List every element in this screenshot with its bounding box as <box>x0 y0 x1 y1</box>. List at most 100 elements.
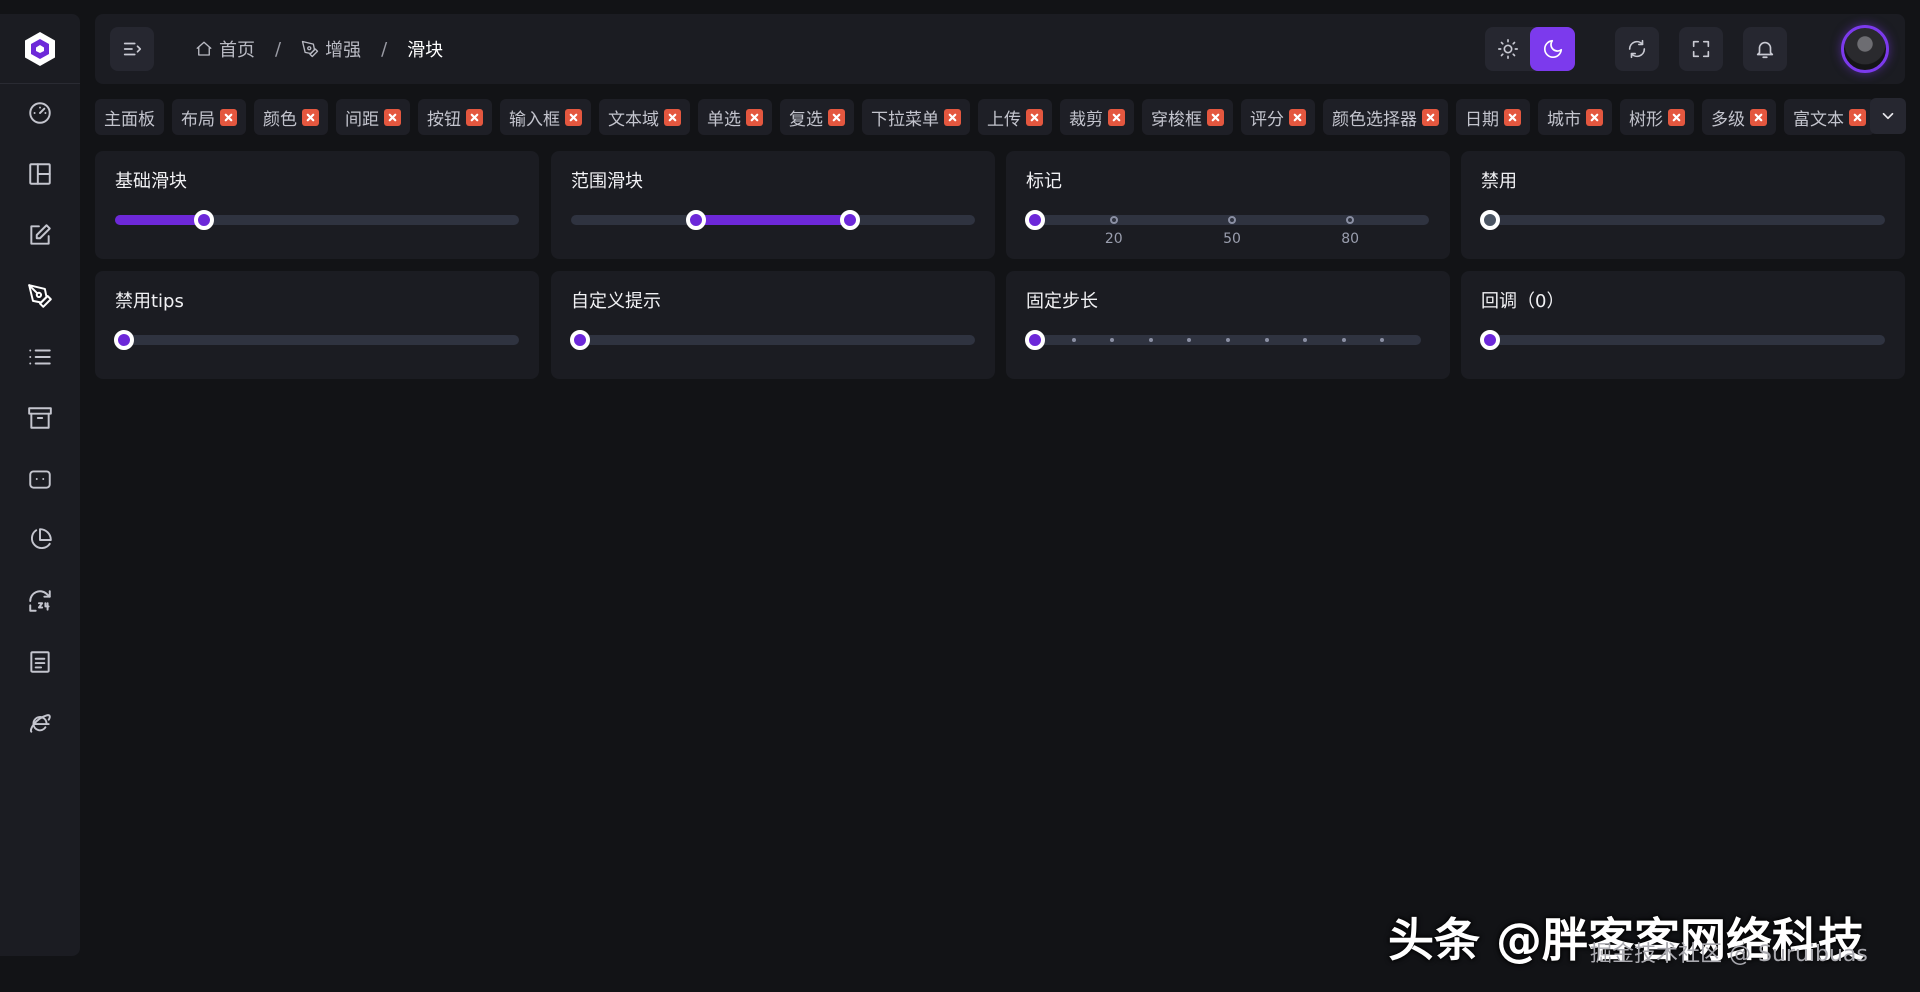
slider-mark[interactable] <box>1228 216 1236 224</box>
close-icon[interactable] <box>1026 108 1043 126</box>
tab-tag[interactable]: 树形 <box>1620 99 1694 135</box>
disabled-tips-slider[interactable] <box>114 330 519 350</box>
close-icon[interactable] <box>1207 108 1224 126</box>
slider-thumb[interactable] <box>114 330 134 350</box>
tab-tag[interactable]: 下拉菜单 <box>862 99 970 135</box>
tab-tag[interactable]: 评分 <box>1241 99 1315 135</box>
slider-mark[interactable] <box>1109 216 1118 224</box>
slider-thumb[interactable] <box>1025 330 1045 350</box>
close-icon[interactable] <box>1422 108 1439 126</box>
callback-slider[interactable] <box>1480 330 1885 350</box>
marks-slider[interactable]: 20 50 80 <box>1025 210 1429 247</box>
fullscreen-button[interactable] <box>1679 27 1723 71</box>
theme-toggle <box>1485 27 1575 71</box>
avatar[interactable] <box>1841 25 1889 73</box>
slider-thumb <box>1480 210 1500 230</box>
tab-tag[interactable]: 多级 <box>1702 99 1776 135</box>
sidebar-item-dashboard[interactable] <box>16 89 64 137</box>
card-title: 固定步长 <box>1026 291 1098 312</box>
slider-mark-label: 50 <box>1223 231 1241 247</box>
tags-more-button[interactable] <box>1870 98 1906 134</box>
history-24-icon <box>29 590 51 612</box>
close-icon[interactable] <box>664 108 681 126</box>
tab-tag[interactable]: 按钮 <box>418 99 492 135</box>
message-icon <box>29 470 51 489</box>
slider-thumb[interactable] <box>570 330 590 350</box>
close-icon[interactable] <box>1586 108 1603 126</box>
tab-tag[interactable]: 主面板 <box>95 99 164 135</box>
tab-tag[interactable]: 布局 <box>172 99 246 135</box>
tab-tag[interactable]: 颜色选择器 <box>1323 99 1448 135</box>
close-icon[interactable] <box>1289 108 1306 126</box>
refresh-icon <box>1628 39 1646 59</box>
basic-slider[interactable] <box>115 210 519 230</box>
dark-theme-button[interactable] <box>1530 27 1575 71</box>
close-icon[interactable] <box>220 108 237 126</box>
close-icon[interactable] <box>1108 108 1125 126</box>
tab-tag[interactable]: 富文本 <box>1784 99 1875 135</box>
tag-label: 文本域 <box>608 109 659 130</box>
tab-tag[interactable]: 复选 <box>780 99 854 135</box>
marks-slider-card: 标记 20 50 80 <box>1006 151 1450 259</box>
sidebar-item-enhance[interactable] <box>16 272 64 320</box>
light-theme-button[interactable] <box>1485 27 1530 71</box>
refresh-button[interactable] <box>1615 27 1659 71</box>
sidebar-item-archive[interactable] <box>16 394 64 442</box>
sidebar-item-chat[interactable] <box>16 455 64 503</box>
tab-tag[interactable]: 输入框 <box>500 99 591 135</box>
slider-thumb[interactable] <box>1025 210 1045 230</box>
close-icon[interactable] <box>1504 108 1521 126</box>
tab-tag[interactable]: 颜色 <box>254 99 328 135</box>
sidebar-item-history[interactable] <box>16 577 64 625</box>
breadcrumb-parent[interactable]: 增强 <box>301 36 361 62</box>
slider-thumb[interactable] <box>1480 330 1500 350</box>
sidebar-item-form[interactable] <box>16 211 64 259</box>
tab-tag[interactable]: 文本域 <box>599 99 690 135</box>
tab-tag[interactable]: 间距 <box>336 99 410 135</box>
card-title: 禁用 <box>1481 171 1517 192</box>
close-icon[interactable] <box>384 108 401 126</box>
slider-thumb-start[interactable] <box>686 210 707 230</box>
slider-step-dot <box>1303 338 1308 342</box>
close-icon[interactable] <box>828 108 845 126</box>
tab-tag[interactable]: 裁剪 <box>1060 99 1134 135</box>
range-slider[interactable] <box>571 210 975 230</box>
tab-tag[interactable]: 日期 <box>1456 99 1530 135</box>
gauge-icon <box>29 102 51 124</box>
notification-button[interactable] <box>1743 27 1787 71</box>
close-icon[interactable] <box>302 108 319 126</box>
tags-bar: 主面板 布局 颜色 间距 按钮 输入框 文本域 单选 复选 下拉菜单 上传 裁剪 穿梭框 评分 颜色选择器 日… <box>95 98 1905 136</box>
slider-thumb[interactable] <box>193 210 214 230</box>
breadcrumb-home[interactable]: 首页 <box>195 36 255 62</box>
tab-tag[interactable]: 单选 <box>698 99 772 135</box>
list-icon <box>29 349 51 365</box>
sidebar-item-chart[interactable] <box>16 516 64 564</box>
slider-step-dot <box>1187 338 1192 342</box>
close-icon[interactable] <box>466 108 483 126</box>
fixed-step-slider[interactable] <box>1025 330 1421 350</box>
close-icon[interactable] <box>944 108 961 126</box>
slider-mark[interactable] <box>1346 216 1355 224</box>
sidebar-item-document[interactable] <box>16 638 64 686</box>
card-title: 范围滑块 <box>571 171 643 192</box>
close-icon[interactable] <box>746 108 763 126</box>
sidebar-item-layout[interactable] <box>16 150 64 198</box>
custom-tips-slider[interactable] <box>570 330 975 350</box>
slider-mark-label: 20 <box>1104 231 1123 247</box>
sidebar-toggle-button[interactable] <box>110 27 154 71</box>
close-icon[interactable] <box>1750 108 1767 126</box>
brand-logo-icon[interactable] <box>0 14 80 84</box>
close-icon[interactable] <box>1668 108 1685 126</box>
close-icon[interactable] <box>1849 108 1866 126</box>
bell-icon <box>1756 41 1774 59</box>
tab-tag[interactable]: 城市 <box>1538 99 1612 135</box>
tab-tag[interactable]: 穿梭框 <box>1142 99 1233 135</box>
sidebar <box>0 14 80 956</box>
tab-tag[interactable]: 上传 <box>978 99 1052 135</box>
sidebar-item-browser[interactable] <box>16 699 64 747</box>
card-title: 自定义提示 <box>571 291 661 312</box>
slider-thumb-end[interactable] <box>839 210 860 230</box>
close-icon[interactable] <box>565 108 582 126</box>
sidebar-item-list[interactable] <box>16 333 64 381</box>
card-title: 标记 <box>1026 171 1062 192</box>
